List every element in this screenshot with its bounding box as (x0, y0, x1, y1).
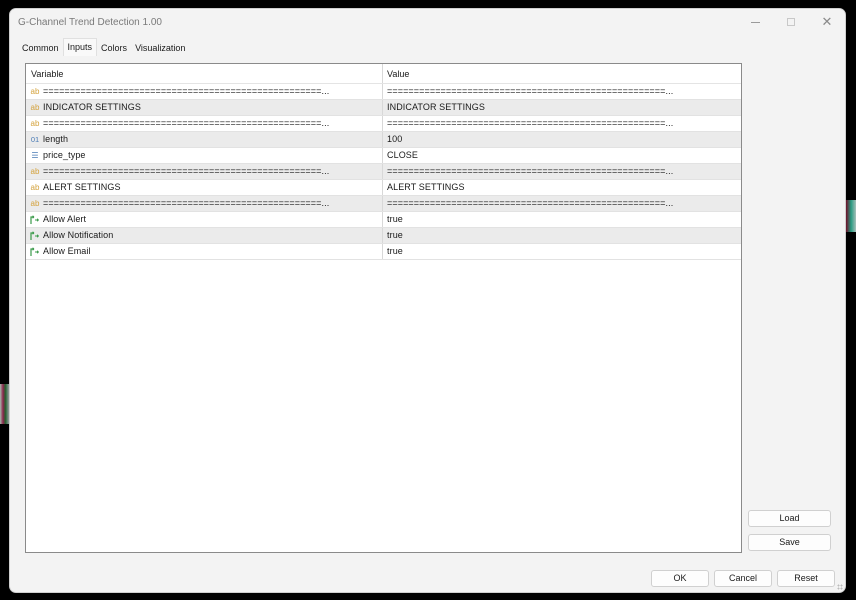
value-cell[interactable]: true (383, 212, 741, 227)
variable-cell: 01 length (26, 132, 383, 147)
minimize-icon (750, 21, 760, 23)
variable-cell: ab ======================================… (26, 116, 383, 131)
tab-common[interactable]: Common (18, 40, 63, 56)
variable-name: Allow Notification (43, 230, 114, 240)
boolean-type-icon (29, 230, 41, 241)
ok-button[interactable]: OK (651, 570, 709, 587)
variable-cell: ☰ price_type (26, 148, 383, 163)
table-row[interactable]: ab ======================================… (26, 164, 741, 180)
variable-name: Allow Alert (43, 214, 87, 224)
variable-name: ========================================… (43, 86, 330, 96)
save-button[interactable]: Save (748, 534, 831, 551)
variable-name: ========================================… (43, 118, 330, 128)
variable-name: ALERT SETTINGS (43, 182, 121, 192)
value-cell[interactable]: true (383, 244, 741, 259)
table-row[interactable]: ab ALERT SETTINGS ALERT SETTINGS (26, 180, 741, 196)
variable-name: length (43, 134, 69, 144)
indicator-properties-dialog: G-Channel Trend Detection 1.00 ✕ Common … (9, 8, 846, 593)
string-type-icon: ab (30, 183, 40, 192)
integer-type-icon: 01 (30, 135, 40, 144)
title-bar: G-Channel Trend Detection 1.00 ✕ (10, 9, 845, 35)
value-cell[interactable]: ========================================… (383, 196, 741, 211)
resize-grip[interactable] (837, 584, 843, 590)
load-button[interactable]: Load (748, 510, 831, 527)
value-cell[interactable]: ALERT SETTINGS (383, 180, 741, 195)
boolean-type-icon (29, 246, 41, 257)
tab-visualization[interactable]: Visualization (131, 40, 189, 56)
variable-cell: ab ======================================… (26, 84, 383, 99)
table-row[interactable]: ab ======================================… (26, 196, 741, 212)
variable-cell: ab ======================================… (26, 164, 383, 179)
window-title: G-Channel Trend Detection 1.00 (18, 16, 162, 28)
value-cell[interactable]: ========================================… (383, 84, 741, 99)
string-type-icon: ab (30, 167, 40, 176)
value-cell[interactable]: INDICATOR SETTINGS (383, 100, 741, 115)
value-cell[interactable]: ========================================… (383, 164, 741, 179)
value-cell[interactable]: 100 (383, 132, 741, 147)
variable-cell: Allow Notification (26, 228, 383, 243)
background-chart-fragment (846, 200, 856, 232)
string-type-icon: ab (30, 103, 40, 112)
reset-button[interactable]: Reset (777, 570, 835, 587)
column-header-value[interactable]: Value (383, 64, 741, 83)
maximize-button[interactable] (773, 9, 809, 35)
table-row[interactable]: Allow Notification true (26, 228, 741, 244)
string-type-icon: ab (30, 87, 40, 96)
value-cell[interactable]: CLOSE (383, 148, 741, 163)
variable-name: ========================================… (43, 198, 330, 208)
window-controls: ✕ (737, 9, 845, 35)
value-cell[interactable]: ========================================… (383, 116, 741, 131)
grid-rows: ab ======================================… (26, 84, 741, 260)
close-button[interactable]: ✕ (809, 9, 845, 35)
table-row[interactable]: ab INDICATOR SETTINGS INDICATOR SETTINGS (26, 100, 741, 116)
string-type-icon: ab (30, 119, 40, 128)
maximize-icon (787, 18, 795, 26)
table-row[interactable]: 01 length 100 (26, 132, 741, 148)
variable-name: price_type (43, 150, 86, 160)
variable-cell: Allow Alert (26, 212, 383, 227)
inputs-grid: Variable Value ab =======================… (25, 63, 742, 553)
table-row[interactable]: Allow Email true (26, 244, 741, 260)
variable-cell: ab INDICATOR SETTINGS (26, 100, 383, 115)
tab-inputs[interactable]: Inputs (62, 38, 98, 56)
table-row[interactable]: Allow Alert true (26, 212, 741, 228)
variable-name: INDICATOR SETTINGS (43, 102, 141, 112)
close-icon: ✕ (821, 14, 833, 29)
grid-header: Variable Value (26, 64, 741, 84)
boolean-type-icon (29, 214, 41, 225)
string-type-icon: ab (30, 199, 40, 208)
table-row[interactable]: ab ======================================… (26, 84, 741, 100)
table-row[interactable]: ab ======================================… (26, 116, 741, 132)
variable-name: Allow Email (43, 246, 91, 256)
enum-type-icon: ☰ (31, 151, 39, 160)
value-cell[interactable]: true (383, 228, 741, 243)
tab-bar: Common Inputs Colors Visualization (18, 38, 189, 56)
variable-name: ========================================… (43, 166, 330, 176)
variable-cell: Allow Email (26, 244, 383, 259)
variable-cell: ab ======================================… (26, 196, 383, 211)
variable-cell: ab ALERT SETTINGS (26, 180, 383, 195)
minimize-button[interactable] (737, 9, 773, 35)
column-header-variable[interactable]: Variable (26, 64, 383, 83)
table-row[interactable]: ☰ price_type CLOSE (26, 148, 741, 164)
cancel-button[interactable]: Cancel (714, 570, 772, 587)
tab-colors[interactable]: Colors (97, 40, 131, 56)
